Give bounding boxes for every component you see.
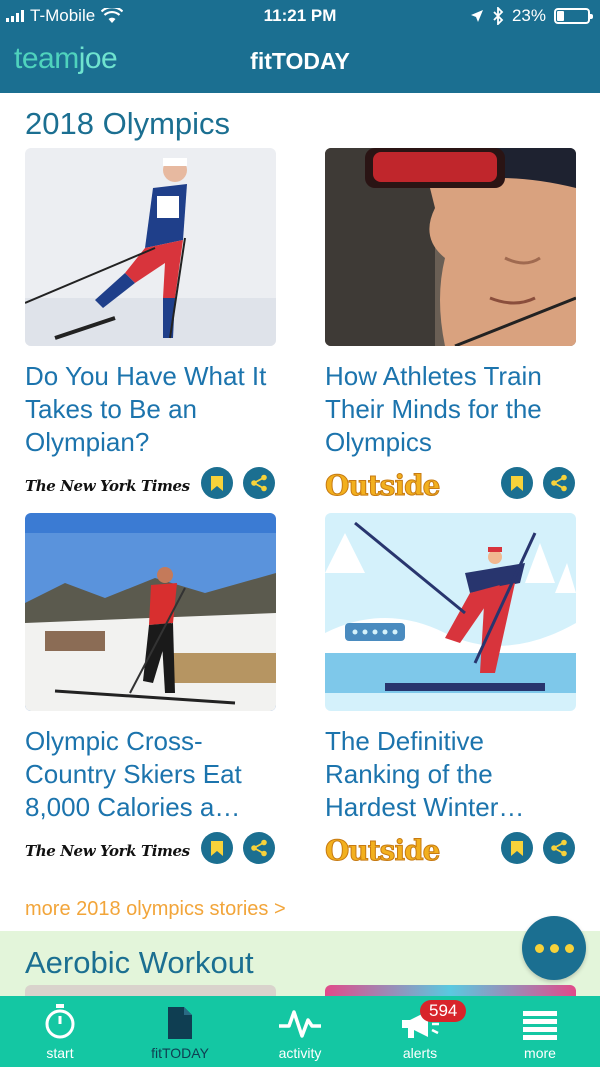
dot-icon	[549, 943, 559, 953]
share-button[interactable]	[543, 467, 575, 499]
page-title: fitTODAY	[250, 48, 350, 74]
location-arrow-icon	[470, 10, 483, 22]
share-icon	[251, 474, 267, 492]
article-image-skier-pink[interactable]	[25, 148, 276, 346]
bookmark-icon	[211, 475, 223, 491]
dot-icon	[564, 943, 574, 953]
article-title[interactable]: Do You Have What It Takes to Be an Olymp…	[25, 360, 276, 459]
article-title[interactable]: The Definitive Ranking of the Hardest Wi…	[325, 725, 576, 824]
share-icon	[551, 474, 567, 492]
share-button[interactable]	[543, 832, 575, 864]
share-button[interactable]	[243, 467, 275, 499]
alerts-badge: 594	[420, 1000, 467, 1022]
app-header: T-Mobile 11:21 PM 23% teamjoe fitTODAY	[0, 0, 600, 93]
article-title[interactable]: Olympic Cross-Country Skiers Eat 8,000 C…	[25, 725, 276, 824]
pulse-icon	[279, 1010, 321, 1038]
tab-label: start	[46, 1045, 74, 1061]
source-logo-outside: Outside	[324, 469, 440, 503]
article-meta: The New York Times	[25, 832, 276, 872]
tab-fittoday[interactable]: fitTODAY	[120, 996, 240, 1067]
tab-more[interactable]: more	[480, 996, 600, 1067]
document-icon	[168, 1007, 192, 1039]
article-meta: Outside	[324, 832, 576, 872]
bookmark-button[interactable]	[501, 832, 533, 864]
share-icon	[551, 839, 567, 857]
share-icon	[251, 839, 267, 857]
battery-level	[557, 11, 564, 21]
share-button[interactable]	[243, 832, 275, 864]
tab-label: fitTODAY	[151, 1045, 209, 1061]
bookmark-button[interactable]	[201, 832, 233, 864]
dot-icon	[534, 943, 544, 953]
status-bar: T-Mobile 11:21 PM 23%	[0, 0, 600, 32]
source-logo-outside: Outside	[324, 834, 440, 868]
article-meta: The New York Times	[25, 467, 276, 507]
menu-icon	[523, 1011, 557, 1040]
tab-label: alerts	[402, 1045, 438, 1061]
article-card[interactable]: Do You Have What It Takes to Be an Olymp…	[25, 148, 276, 507]
article-title[interactable]: How Athletes Train Their Minds for the O…	[325, 360, 576, 459]
tab-label: activity	[278, 1045, 322, 1061]
source-logo-nyt: The New York Times	[25, 477, 190, 495]
stopwatch-icon	[45, 1004, 75, 1039]
bluetooth-icon	[493, 7, 504, 25]
article-image-athlete-face[interactable]	[325, 148, 576, 346]
bookmark-icon	[511, 840, 523, 856]
battery-percent: 23%	[511, 6, 546, 25]
tab-activity[interactable]: activity	[240, 996, 360, 1067]
bookmark-button[interactable]	[201, 467, 233, 499]
article-image-cross-country-skier[interactable]	[25, 513, 276, 711]
more-olympics-link[interactable]: more 2018 olympics stories >	[25, 898, 286, 921]
article-image-biathlon-illustration[interactable]	[325, 513, 576, 711]
status-right: 23%	[470, 6, 593, 26]
bookmark-icon	[211, 840, 223, 856]
article-meta: Outside	[324, 467, 576, 507]
section-title-olympics: 2018 Olympics	[25, 106, 231, 141]
battery-icon	[554, 8, 593, 24]
tab-label: more	[524, 1045, 556, 1061]
tab-bar: start fitTODAY activity alerts 594 more	[0, 996, 600, 1067]
bookmark-button[interactable]	[501, 467, 533, 499]
tab-alerts[interactable]: alerts 594	[360, 996, 480, 1067]
article-card[interactable]: Olympic Cross-Country Skiers Eat 8,000 C…	[25, 513, 276, 872]
tab-start[interactable]: start	[0, 996, 120, 1067]
source-logo-nyt: The New York Times	[25, 842, 190, 860]
section-title-aerobic: Aerobic Workout	[25, 945, 254, 980]
article-card[interactable]: The Definitive Ranking of the Hardest Wi…	[324, 513, 576, 872]
bookmark-icon	[511, 475, 523, 491]
article-card[interactable]: How Athletes Train Their Minds for the O…	[324, 148, 576, 507]
more-options-button[interactable]	[522, 916, 586, 980]
